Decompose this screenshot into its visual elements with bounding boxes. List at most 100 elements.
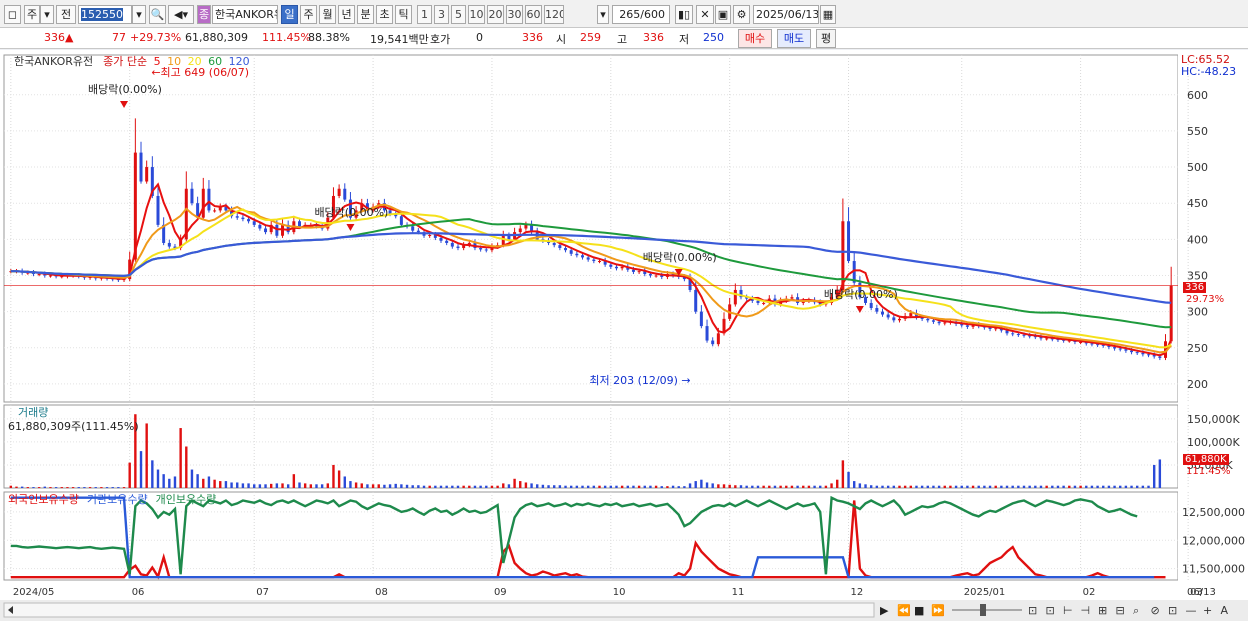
volume-bar <box>326 483 330 488</box>
candle-body <box>716 333 720 345</box>
candle-body <box>1016 334 1020 336</box>
volume-bar <box>496 485 499 488</box>
stock-name-field[interactable]: 한국ANKOR유 <box>212 5 278 24</box>
calendar-icon[interactable]: ▦ <box>820 5 836 24</box>
volume-bar <box>462 485 465 488</box>
interval-10[interactable]: 10 <box>468 5 485 24</box>
interval-dropdown-icon[interactable]: ▾ <box>597 5 609 24</box>
turnover: 88.38% <box>308 31 350 44</box>
save-icon[interactable]: ▣ <box>715 5 731 24</box>
volume-bar <box>660 486 663 488</box>
volume-bar <box>37 487 41 489</box>
interval-5[interactable]: 5 <box>451 5 466 24</box>
volume-tick-label: 100,000K <box>1187 436 1240 449</box>
prev-label: 전 <box>60 8 72 21</box>
price-tick-label: 200 <box>1187 378 1208 391</box>
window-icon[interactable]: ◻ <box>4 5 21 24</box>
interval-1[interactable]: 1 <box>417 5 432 24</box>
volume-bar <box>683 486 686 488</box>
toolbar-icon: ⊡ <box>1028 604 1037 617</box>
speaker-icon[interactable]: ◀▾ <box>168 5 194 24</box>
volume-rate-tag: 111.45% <box>1186 466 1231 477</box>
volume-bar <box>677 486 680 488</box>
date-field[interactable]: 2025/06/13 <box>753 5 819 24</box>
ma-period-60: 60 <box>204 55 223 68</box>
volume-bar <box>864 484 867 488</box>
volume-bar <box>1028 485 1031 488</box>
volume-bar <box>513 478 516 488</box>
timeframe-5[interactable]: 초 <box>376 5 393 24</box>
candle-body <box>1135 352 1139 354</box>
type-select[interactable]: 주 <box>24 5 40 24</box>
zoom-slider-thumb <box>980 604 986 616</box>
interval-30[interactable]: 30 <box>506 5 523 24</box>
volume-bar <box>971 485 975 488</box>
volume-bar <box>575 485 579 488</box>
sell-button[interactable]: 매도 <box>777 29 811 48</box>
volume-bar <box>422 485 426 488</box>
volume-bar <box>1005 485 1009 488</box>
candle-body <box>190 188 194 204</box>
timeframe-1[interactable]: 주 <box>300 5 317 24</box>
code-input[interactable]: 152550 <box>78 5 132 24</box>
prev-button[interactable]: 전 <box>56 5 76 24</box>
interval-120[interactable]: 120 <box>544 5 564 24</box>
candle-body <box>620 266 624 269</box>
candle-body <box>575 253 579 256</box>
low-label: 저 <box>679 33 690 46</box>
chart-svg[interactable]: 2024/05060708091011122025/01020304050606… <box>0 50 1248 621</box>
volume-bar <box>830 483 833 488</box>
search-icon[interactable]: 🔍 <box>149 5 166 24</box>
timeframe-0[interactable]: 일 <box>281 5 298 24</box>
x-tick-label: 12 <box>851 587 864 598</box>
ma-period-10: 10 <box>163 55 182 68</box>
price-tick-label: 450 <box>1187 197 1208 210</box>
volume-bar <box>603 485 607 488</box>
code-dropdown-icon[interactable]: ▾ <box>132 5 146 24</box>
chart-area[interactable]: 2024/05060708091011122025/01020304050606… <box>0 50 1248 621</box>
candle-body <box>241 217 245 220</box>
candle-body <box>156 195 160 225</box>
interval-3[interactable]: 3 <box>434 5 449 24</box>
low-marker: 최저 203 (12/09) → <box>589 374 690 387</box>
volume-bar <box>1107 485 1111 488</box>
timeframe-3[interactable]: 년 <box>338 5 355 24</box>
eval-button[interactable]: 평 <box>816 29 836 48</box>
volume-bar <box>315 484 318 488</box>
volume-bar <box>824 485 828 488</box>
volume-bar <box>60 487 63 489</box>
interval-20[interactable]: 20 <box>487 5 504 24</box>
candle-body <box>1169 285 1173 342</box>
candle-body <box>1118 348 1122 350</box>
candle-body <box>501 235 505 246</box>
type-dropdown-icon[interactable]: ▾ <box>40 5 54 24</box>
volume-bar <box>394 483 397 488</box>
timeframe-4[interactable]: 분 <box>357 5 374 24</box>
candle-type-icon[interactable]: ▮▯ <box>675 5 693 24</box>
candle-body <box>411 226 415 231</box>
volume-bar <box>253 484 256 488</box>
candle-body <box>1090 343 1094 345</box>
volume-bar <box>779 485 782 488</box>
volume-bar <box>428 485 431 488</box>
volume-bar <box>473 485 477 488</box>
code-value: 152550 <box>81 8 123 21</box>
crosshair-icon[interactable]: ✕ <box>696 5 714 24</box>
volume-bar <box>541 484 545 488</box>
volume-bar <box>734 485 737 488</box>
volume-bar <box>269 483 273 488</box>
candle-body <box>847 221 851 262</box>
gear-icon[interactable]: ⚙ <box>733 5 750 24</box>
interval-60[interactable]: 60 <box>525 5 542 24</box>
high-value: 336 <box>643 31 664 44</box>
buy-button[interactable]: 매수 <box>738 29 772 48</box>
volume-bar <box>569 485 573 488</box>
volume-bar <box>649 485 652 488</box>
timeframe-2[interactable]: 월 <box>319 5 336 24</box>
candle-body <box>524 224 528 229</box>
volume-bar <box>190 469 194 488</box>
timeframe-6[interactable]: 틱 <box>395 5 412 24</box>
count-field[interactable]: 265/600 <box>612 5 670 24</box>
volume-bar <box>303 483 307 488</box>
candle-body <box>428 235 432 237</box>
